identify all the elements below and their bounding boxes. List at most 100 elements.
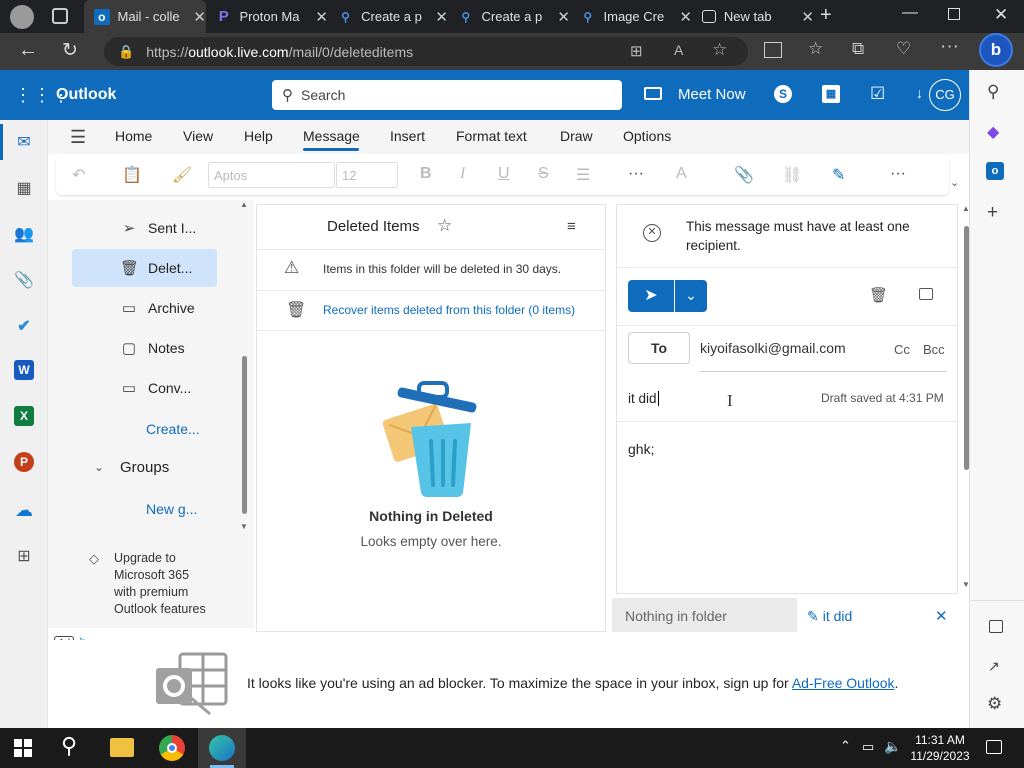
hamburger-icon[interactable]: ☰ [70,127,86,148]
refresh-icon[interactable]: ↻ [62,39,78,62]
format-painter-icon[interactable]: 🖌 [172,165,192,185]
close-draft-icon[interactable]: ✕ [935,607,948,625]
favorites-icon[interactable]: ☆ [808,39,823,59]
window-close-icon[interactable]: ✕ [994,5,1008,25]
undo-icon[interactable]: ↶ [72,165,85,185]
taskbar-search-icon[interactable]: ⚲ [61,733,77,759]
folder-conversation[interactable]: ▭ Conv... [72,369,217,407]
bing-copilot-icon[interactable]: b [979,33,1013,67]
tab-mail[interactable]: o Mail - colle ✕ [84,0,206,33]
styles-icon[interactable]: A [676,165,687,183]
copilot-icon[interactable]: ◆ [987,122,999,142]
excel-icon[interactable]: X [14,406,34,426]
clock-time[interactable]: 11:31 AM [912,733,968,747]
message-body[interactable]: ghk; [628,441,654,457]
onedrive-icon[interactable]: ☁ [12,498,36,522]
paragraph-icon[interactable]: ☰ [576,165,590,185]
office-icon[interactable]: ▦ [822,85,840,103]
calendar-icon[interactable]: ▦ [12,176,36,200]
italic-icon[interactable]: I [460,165,465,183]
sidebar-search-icon[interactable]: ⚲ [987,82,999,102]
skype-icon[interactable]: S [774,85,792,103]
link-icon[interactable]: ⛓ [782,165,802,185]
tray-chevron-icon[interactable]: ⌃ [840,738,851,754]
close-tab-icon[interactable]: ✕ [679,8,692,26]
underline-icon[interactable]: U [498,165,510,183]
more-menu-icon[interactable]: ··· [940,36,959,58]
send-options-chevron-icon[interactable]: ⌄ [675,280,707,312]
close-tab-icon[interactable]: ✕ [315,8,328,26]
filter-icon[interactable]: ≡ [567,218,576,235]
paste-icon[interactable]: 📋 [122,165,142,185]
folder-deleted[interactable]: 🗑 Delet... [72,249,217,287]
collections-icon[interactable]: ⧉ [852,39,864,59]
folder-scrollbar[interactable] [242,356,247,514]
add-sidebar-app-icon[interactable]: + [987,202,998,224]
groups-heading[interactable]: Groups [120,459,169,476]
tab-actions-icon[interactable] [52,8,68,24]
create-folder-link[interactable]: Create... [146,421,200,437]
read-aloud-icon[interactable]: A [674,42,683,58]
signature-icon[interactable]: ✎ [832,165,845,185]
close-tab-icon[interactable]: ✕ [801,8,814,26]
close-tab-icon[interactable]: ✕ [557,8,570,26]
profile-avatar-icon[interactable] [10,5,34,29]
more-formatting-icon[interactable]: ··· [628,165,644,183]
tab-help[interactable]: Help [244,128,273,144]
sidebar-panel-icon[interactable] [989,620,1003,633]
chrome-icon[interactable] [159,735,185,761]
font-name-select[interactable]: Aptos [208,162,335,188]
network-icon[interactable]: ▭ [862,739,874,755]
external-link-icon[interactable]: ↗ [988,658,1000,675]
settings-gear-icon[interactable]: ⚙ [987,694,1002,714]
word-icon[interactable]: W [14,360,34,380]
tab-create-1[interactable]: ⚲ Create a p ✕ [328,0,448,33]
notification-center-icon[interactable] [986,740,1002,754]
avatar[interactable]: CG [929,79,961,111]
ribbon-overflow-icon[interactable]: ··· [890,165,906,183]
send-button[interactable]: ➤ [628,280,674,312]
tab-insert[interactable]: Insert [390,128,425,144]
folder-sent[interactable]: ➢ Sent I... [72,209,217,247]
app-install-icon[interactable]: ⊞ [630,42,643,60]
split-screen-icon[interactable] [764,42,782,58]
tab-view[interactable]: View [183,128,213,144]
tab-message[interactable]: Message [303,128,360,144]
upgrade-text[interactable]: Upgrade to Microsoft 365 with premium Ou… [114,550,206,618]
tab-image-create[interactable]: ⚲ Image Cre ✕ [570,0,692,33]
tab-options[interactable]: Options [623,128,671,144]
close-tab-icon[interactable]: ✕ [193,8,206,26]
tab-new[interactable]: New tab ✕ [692,0,814,33]
meet-now-button[interactable]: Meet Now [678,86,746,103]
bold-icon[interactable]: B [420,165,432,183]
windows-start-icon[interactable] [14,739,32,757]
maximize-icon[interactable] [948,8,960,20]
folder-archive[interactable]: ▭ Archive [72,289,217,327]
file-explorer-icon[interactable] [110,738,134,757]
bottom-tab-nothing[interactable]: Nothing in folder [612,598,797,632]
scroll-up-icon[interactable]: ▲ [240,200,248,209]
calendar-check-icon[interactable]: ☑ [870,84,885,104]
subject-input[interactable]: it did [628,391,659,406]
chevron-down-icon[interactable]: ⌄ [94,460,104,474]
close-tab-icon[interactable]: ✕ [435,8,448,26]
more-apps-icon[interactable]: ⊞ [12,544,36,568]
people-icon[interactable]: 👥 [12,222,36,246]
volume-icon[interactable]: 🔈 [884,738,901,755]
tab-draw[interactable]: Draw [560,128,593,144]
attach-file-icon[interactable]: 📎 [734,165,754,185]
browser-essentials-icon[interactable]: ♡ [896,39,911,59]
tab-proton[interactable]: P Proton Ma ✕ [206,0,328,33]
new-tab-plus-icon[interactable]: + [820,4,832,27]
star-icon[interactable]: ☆ [437,216,452,236]
edge-taskbar-active[interactable] [198,728,246,768]
cc-button[interactable]: Cc [894,342,910,357]
back-icon[interactable]: ← [18,39,38,62]
minimize-icon[interactable]: — [902,4,918,22]
url-field[interactable]: 🔒 https://outlook.live.com/mail/0/delete… [104,37,748,66]
todo-icon[interactable]: ✔ [12,314,36,338]
font-size-select[interactable]: 12 [336,162,398,188]
favorite-star-icon[interactable]: ☆ [712,40,727,60]
bottom-tab-draft[interactable]: ✎ it did ✕ [797,598,967,632]
attachment-icon[interactable]: 📎 [12,268,36,292]
